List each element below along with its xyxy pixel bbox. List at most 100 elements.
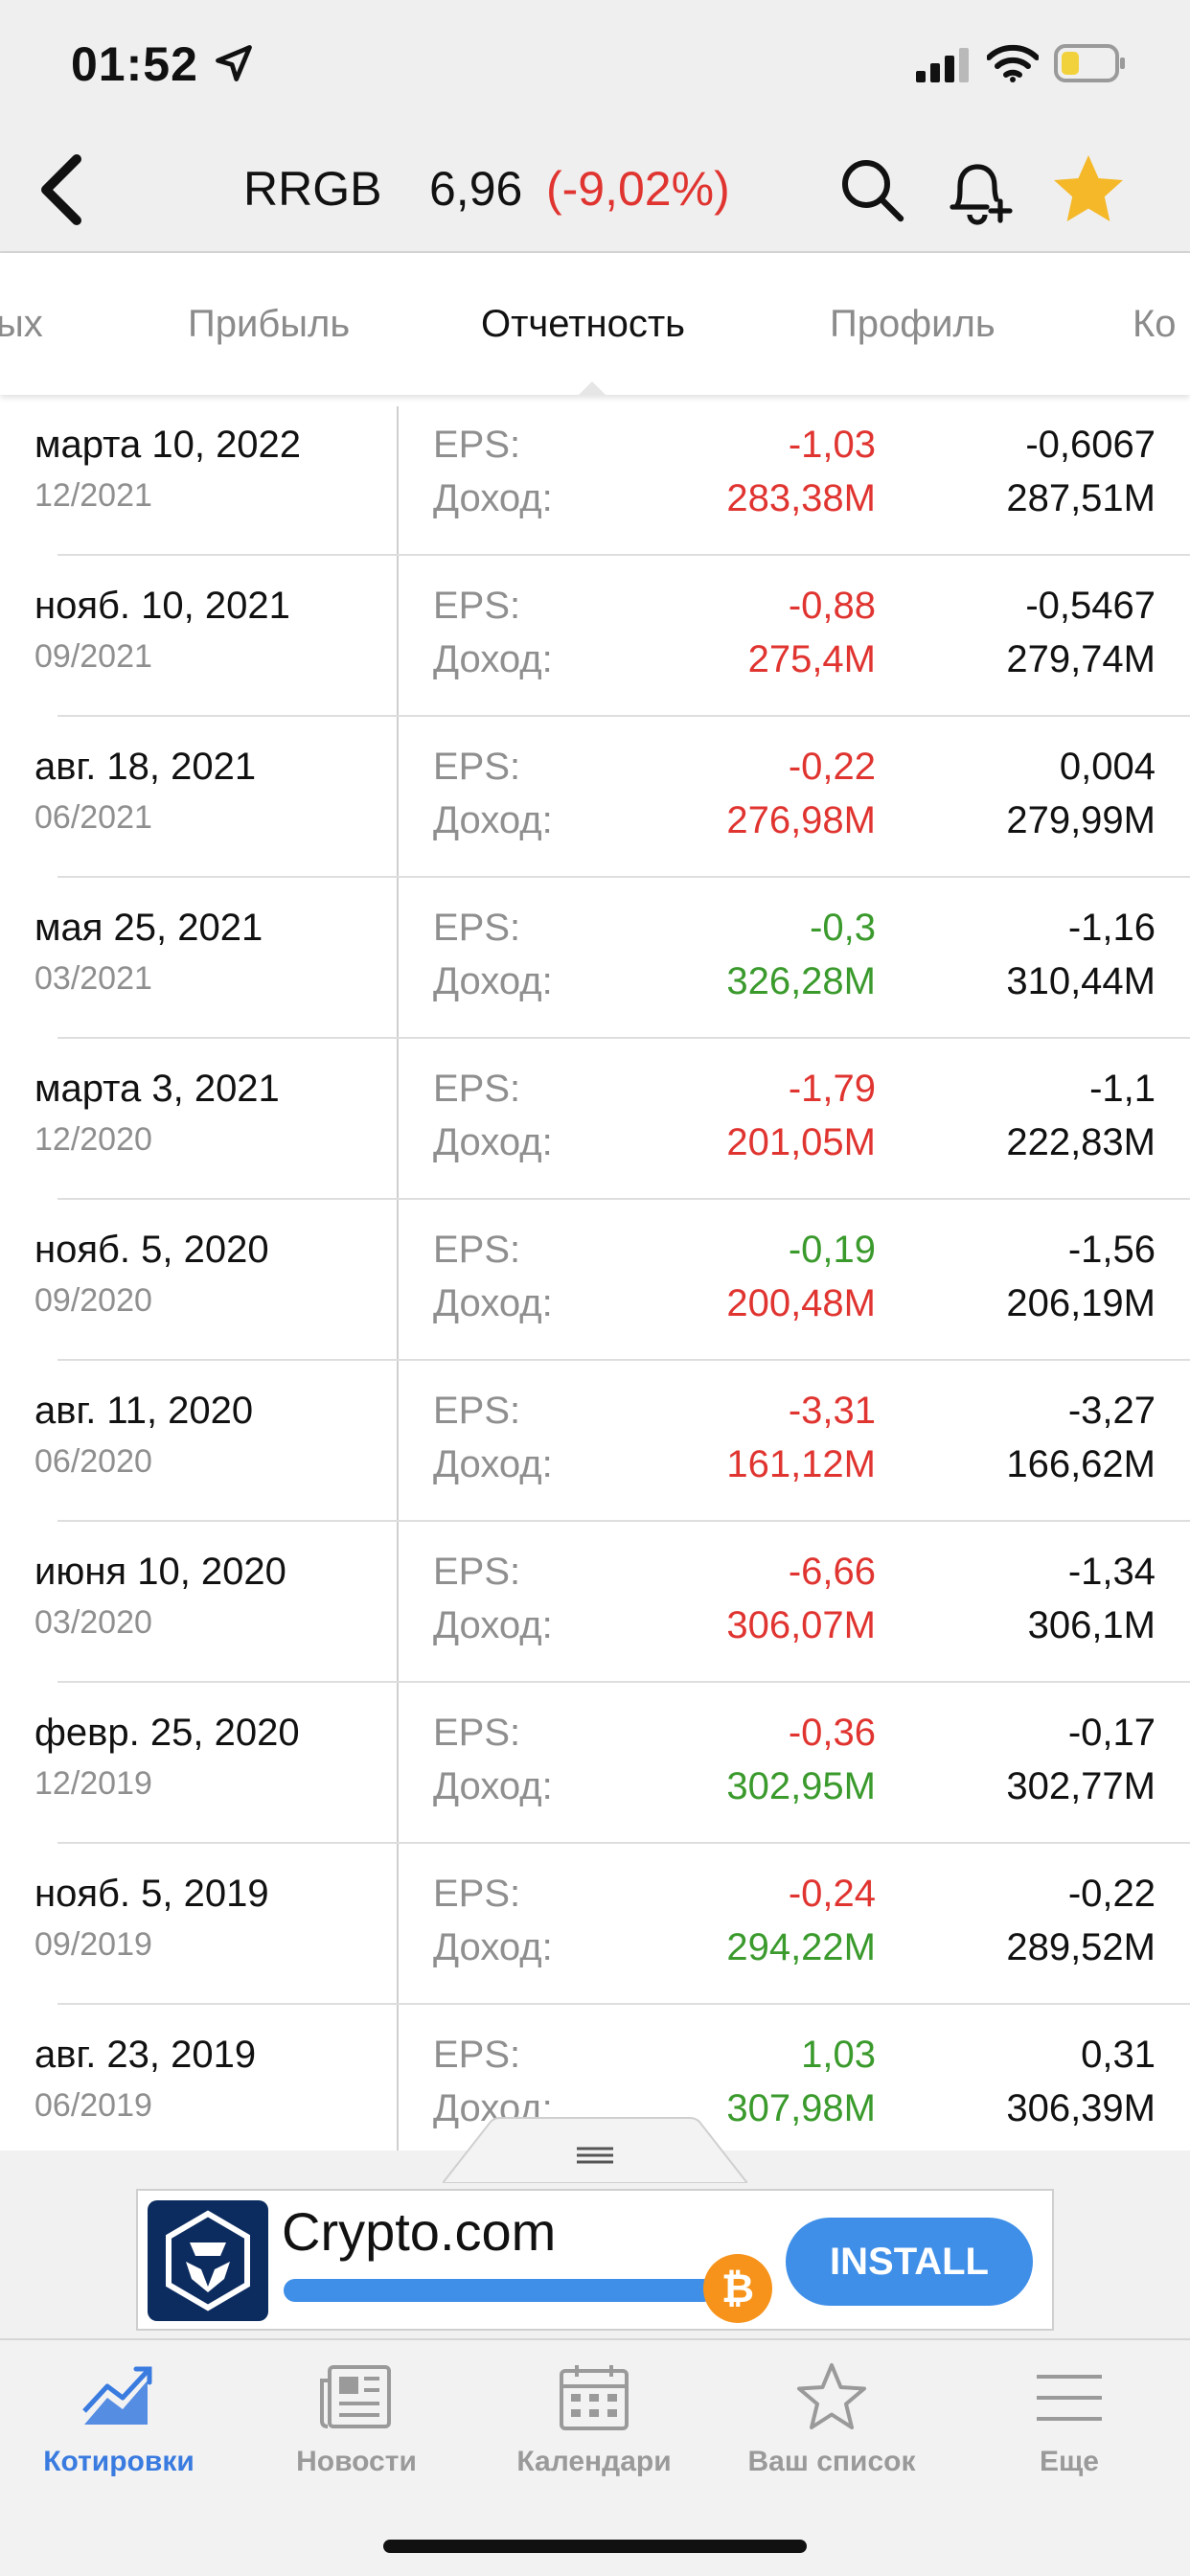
bell-plus-icon[interactable]: [941, 155, 1014, 228]
earnings-list[interactable]: марта 10, 2022 12/2021 EPS: Доход: -1,03 283,…: [0, 395, 1190, 2150]
last-price: 6,96: [429, 162, 523, 216]
earnings-row[interactable]: нояб. 5, 2019 09/2019 EPS: Доход: -0,24 294,2…: [0, 1844, 1190, 2005]
nav-watchlist[interactable]: Ваш список: [713, 2340, 950, 2494]
eps-forecast-value: -0,6067: [1025, 424, 1156, 466]
row-period: 09/2020: [34, 1282, 152, 1319]
battery-icon: [1054, 44, 1125, 82]
revenue-forecast-value: 287,51M: [1006, 477, 1156, 519]
eps-forecast-value: -1,34: [1067, 1551, 1156, 1593]
tab-profit[interactable]: Прибыль: [188, 303, 350, 346]
row-period: 03/2021: [34, 960, 152, 997]
eps-label: EPS:: [433, 1712, 521, 1754]
install-button[interactable]: INSTALL: [786, 2218, 1033, 2306]
eps-actual-value: 1,03: [801, 2034, 876, 2076]
status-time: 01:52: [71, 37, 198, 91]
tab-partial-right[interactable]: Ко: [1133, 303, 1177, 346]
menu-icon: [1037, 2375, 1102, 2421]
revenue-label: Доход:: [433, 477, 553, 519]
ad-collapse-handle[interactable]: [443, 2116, 747, 2183]
earnings-row[interactable]: нояб. 5, 2020 09/2020 EPS: Доход: -0,19 200,4…: [0, 1200, 1190, 1361]
eps-forecast-value: -0,17: [1067, 1712, 1156, 1754]
revenue-forecast-value: 279,99M: [1006, 799, 1156, 841]
active-tab-indicator: [579, 381, 606, 395]
calendar-icon: [560, 2365, 629, 2430]
revenue-label: Доход:: [433, 1765, 553, 1807]
eps-actual-value: -6,66: [788, 1551, 876, 1593]
eps-actual-value: -0,22: [788, 746, 876, 788]
revenue-forecast-value: 302,77M: [1006, 1765, 1156, 1807]
eps-label: EPS:: [433, 1873, 521, 1915]
earnings-row[interactable]: марта 10, 2022 12/2021 EPS: Доход: -1,03 283,…: [0, 395, 1190, 556]
nav-label: Котировки: [43, 2446, 195, 2477]
nav-news[interactable]: Новости: [238, 2340, 475, 2494]
revenue-label: Доход:: [433, 1282, 553, 1324]
row-period: 09/2021: [34, 638, 152, 675]
eps-forecast-value: 0,004: [1059, 746, 1156, 788]
price-change: (-9,02%): [546, 162, 730, 216]
tab-partial-left[interactable]: ых: [0, 303, 43, 346]
revenue-actual-value: 294,22M: [726, 1926, 876, 1968]
eps-label: EPS:: [433, 746, 521, 788]
eps-label: EPS:: [433, 424, 521, 466]
bottom-tab-bar: Котировки Новости Календари Ваш список Е…: [0, 2338, 1190, 2576]
row-date: февр. 25, 2020: [34, 1712, 300, 1754]
eps-forecast-value: -1,16: [1067, 907, 1156, 949]
revenue-label: Доход:: [433, 1443, 553, 1485]
eps-forecast-value: -3,27: [1067, 1390, 1156, 1432]
nav-label: Ваш список: [747, 2446, 916, 2477]
revenue-actual-value: 306,07M: [726, 1604, 876, 1646]
row-date: марта 3, 2021: [34, 1068, 280, 1110]
cellular-signal-icon: [916, 48, 969, 82]
ticker-symbol: RRGB: [243, 162, 382, 216]
revenue-label: Доход:: [433, 1121, 553, 1163]
earnings-row[interactable]: июня 10, 2020 03/2020 EPS: Доход: -6,66 306,0…: [0, 1522, 1190, 1683]
revenue-forecast-value: 222,83M: [1006, 1121, 1156, 1163]
location-arrow-icon: [216, 45, 252, 81]
tab-profile[interactable]: Профиль: [830, 303, 995, 346]
eps-actual-value: -0,3: [810, 907, 876, 949]
chart-trend-icon: [82, 2366, 152, 2425]
earnings-row[interactable]: мая 25, 2021 03/2021 EPS: Доход: -0,3 326,28M…: [0, 878, 1190, 1039]
nav-calendars[interactable]: Календари: [475, 2340, 713, 2494]
eps-actual-value: -1,03: [788, 424, 876, 466]
revenue-actual-value: 276,98M: [726, 799, 876, 841]
revenue-label: Доход:: [433, 1926, 553, 1968]
eps-label: EPS:: [433, 1229, 521, 1271]
earnings-row[interactable]: февр. 25, 2020 12/2019 EPS: Доход: -0,36 302,…: [0, 1683, 1190, 1844]
row-period: 09/2019: [34, 1926, 152, 1963]
revenue-label: Доход:: [433, 1604, 553, 1646]
revenue-actual-value: 200,48M: [726, 1282, 876, 1324]
eps-actual-value: -0,88: [788, 585, 876, 627]
eps-forecast-value: -0,22: [1067, 1873, 1156, 1915]
earnings-row[interactable]: авг. 18, 2021 06/2021 EPS: Доход: -0,22 276,9…: [0, 717, 1190, 878]
row-date: нояб. 10, 2021: [34, 585, 290, 627]
revenue-actual-value: 326,28M: [726, 960, 876, 1002]
section-tabs: ых Прибыль Отчетность Профиль Ко: [0, 253, 1190, 395]
revenue-actual-value: 302,95M: [726, 1765, 876, 1807]
search-icon[interactable]: [837, 155, 906, 224]
revenue-label: Доход:: [433, 960, 553, 1002]
revenue-label: Доход:: [433, 799, 553, 841]
row-date: мая 25, 2021: [34, 907, 263, 949]
favorite-star-icon[interactable]: [1050, 151, 1127, 228]
ad-banner[interactable]: Crypto.com ₿ INSTALL: [136, 2189, 1054, 2331]
revenue-forecast-value: 206,19M: [1006, 1282, 1156, 1324]
earnings-row[interactable]: нояб. 10, 2021 09/2021 EPS: Доход: -0,88 275,…: [0, 556, 1190, 717]
nav-quotes[interactable]: Котировки: [0, 2340, 238, 2494]
eps-actual-value: -0,36: [788, 1712, 876, 1754]
eps-actual-value: -1,79: [788, 1068, 876, 1110]
revenue-forecast-value: 310,44M: [1006, 960, 1156, 1002]
row-period: 12/2020: [34, 1121, 152, 1158]
eps-forecast-value: -0,5467: [1025, 585, 1156, 627]
tab-reports[interactable]: Отчетность: [481, 303, 685, 346]
eps-forecast-value: -1,56: [1067, 1229, 1156, 1271]
row-period: 12/2021: [34, 477, 152, 514]
row-period: 06/2020: [34, 1443, 152, 1480]
eps-label: EPS:: [433, 1390, 521, 1432]
eps-label: EPS:: [433, 1551, 521, 1593]
back-chevron-icon[interactable]: [34, 151, 88, 228]
nav-more[interactable]: Еще: [950, 2340, 1188, 2494]
earnings-row[interactable]: авг. 11, 2020 06/2020 EPS: Доход: -3,31 161,1…: [0, 1361, 1190, 1522]
ad-progress-track: [284, 2279, 715, 2302]
earnings-row[interactable]: марта 3, 2021 12/2020 EPS: Доход: -1,79 201,0…: [0, 1039, 1190, 1200]
